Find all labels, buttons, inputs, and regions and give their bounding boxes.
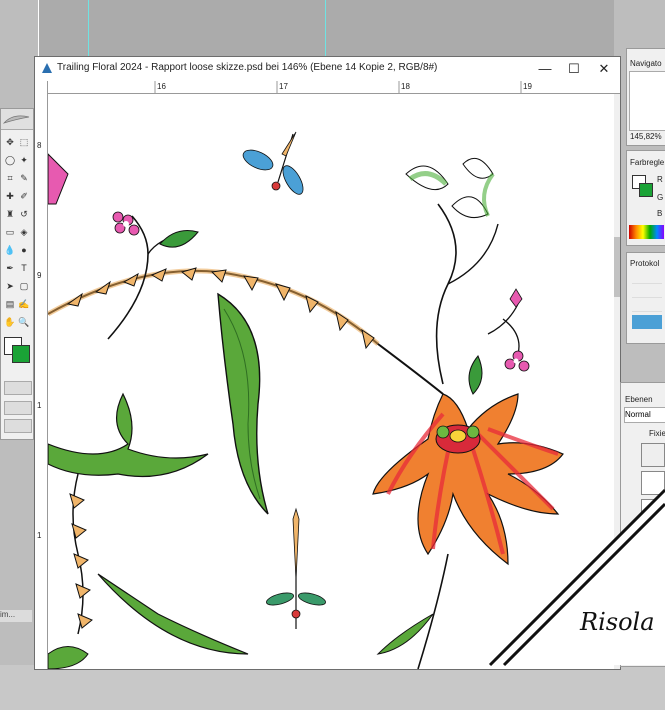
color-panel: Farbregle R G B [626, 150, 665, 246]
move-tool-icon[interactable]: ✥ [4, 136, 16, 148]
foreground-color-swatch[interactable] [12, 345, 30, 363]
ruler-label: 9 [37, 271, 42, 280]
color-ramp[interactable] [629, 225, 664, 239]
feather-icon [2, 115, 30, 124]
marquee-tool-icon[interactable]: ⬚ [18, 136, 30, 148]
zoom-tool-icon[interactable]: 🔍 [18, 316, 30, 328]
guide-line [88, 0, 89, 56]
signature: Risola [580, 608, 655, 636]
crop-tool-icon[interactable]: ⌗ [4, 172, 16, 184]
history-brush-icon[interactable]: ↺ [18, 208, 30, 220]
eyedropper-tool-icon[interactable]: ✎ [18, 172, 30, 184]
toolbox: ✥ ⬚ ◯ ✦ ⌗ ✎ ✚ ✐ ♜ ↺ ▭ ◈ 💧 ● ✒ T ➤ ▢ ▤ ✍ ✋ 🔍 [0, 108, 34, 440]
channel-g-label: G [657, 193, 664, 202]
ruler-label: 8 [37, 141, 42, 150]
notes-tool-icon[interactable]: ▤ [4, 298, 16, 310]
pink-flower [112, 211, 140, 236]
navigator-title[interactable]: Navigato [630, 59, 662, 68]
minimize-button[interactable]: — [532, 59, 558, 79]
vertical-ruler: 8 9 1 1 [35, 81, 48, 669]
history-item-selected[interactable] [632, 315, 662, 329]
blur-tool-icon[interactable]: 💧 [4, 244, 16, 256]
history-title[interactable]: Protokol [630, 259, 659, 268]
layers-title[interactable]: Ebenen [625, 395, 653, 404]
navigator-zoom[interactable]: 145,82% [630, 132, 662, 141]
document-title: Trailing Floral 2024 - Rapport loose ski… [57, 62, 438, 73]
shape-tool-icon[interactable]: ▢ [18, 280, 30, 292]
dragonfly-top [242, 131, 304, 195]
history-item[interactable] [632, 271, 662, 284]
lasso-tool-icon[interactable]: ◯ [4, 154, 16, 166]
ruler-ticks [154, 81, 522, 93]
history-item[interactable] [632, 299, 662, 312]
blend-mode-select[interactable]: Normal [624, 407, 665, 423]
navigator-panel: Navigato 145,82% [626, 48, 665, 146]
brush-tool-icon[interactable]: ✐ [18, 190, 30, 202]
toolbox-header [1, 109, 33, 130]
eraser-tool-icon[interactable]: ▭ [4, 226, 16, 238]
ruler-label: 19 [523, 82, 532, 91]
ruler-label: 18 [401, 82, 410, 91]
fg-color-swatch[interactable] [639, 183, 653, 197]
heal-tool-icon[interactable]: ✚ [4, 190, 16, 202]
ruler-label: 1 [37, 401, 42, 410]
lock-label: Fixie [649, 429, 665, 438]
horizontal-ruler: 16 17 18 19 [47, 81, 620, 94]
pink-flower-right [504, 350, 530, 372]
maximize-button[interactable]: ☐ [561, 59, 587, 79]
document-icon [42, 63, 52, 73]
ruler-label: 16 [157, 82, 166, 91]
color-panel-title[interactable]: Farbregle [630, 158, 664, 167]
history-panel: Protokol [626, 252, 665, 344]
channel-r-label: R [657, 175, 663, 184]
jump-to-button[interactable] [4, 419, 32, 433]
screen-mode-button[interactable] [4, 401, 32, 415]
color-swatches[interactable] [4, 337, 30, 363]
hand-tool-icon[interactable]: ✋ [4, 316, 16, 328]
scrollbar-thumb[interactable] [614, 237, 620, 297]
ruler-label: 1 [37, 531, 42, 540]
background-document [38, 0, 614, 56]
dodge-tool-icon[interactable]: ● [18, 244, 30, 256]
title-bar: Trailing Floral 2024 - Rapport loose ski… [35, 57, 620, 82]
ruler-label: 17 [279, 82, 288, 91]
dragonfly-bottom [266, 507, 326, 629]
stamp-tool-icon[interactable]: ♜ [4, 208, 16, 220]
eyedropper2-icon[interactable]: ✍ [18, 298, 30, 310]
path-tool-icon[interactable]: ➤ [4, 280, 16, 292]
type-tool-icon[interactable]: T [18, 262, 30, 274]
history-item[interactable] [632, 285, 662, 298]
layer-thumbnail[interactable] [641, 443, 665, 467]
watermark-corner [488, 488, 665, 667]
wand-tool-icon[interactable]: ✦ [18, 154, 30, 166]
partial-tab-label[interactable]: im... [0, 610, 32, 622]
pen-tool-icon[interactable]: ✒ [4, 262, 16, 274]
close-button[interactable]: ✕ [591, 59, 617, 79]
guide-line [325, 0, 326, 56]
channel-b-label: B [657, 209, 663, 218]
navigator-preview[interactable] [629, 71, 665, 131]
quickmask-button[interactable] [4, 381, 32, 395]
fill-tool-icon[interactable]: ◈ [18, 226, 30, 238]
